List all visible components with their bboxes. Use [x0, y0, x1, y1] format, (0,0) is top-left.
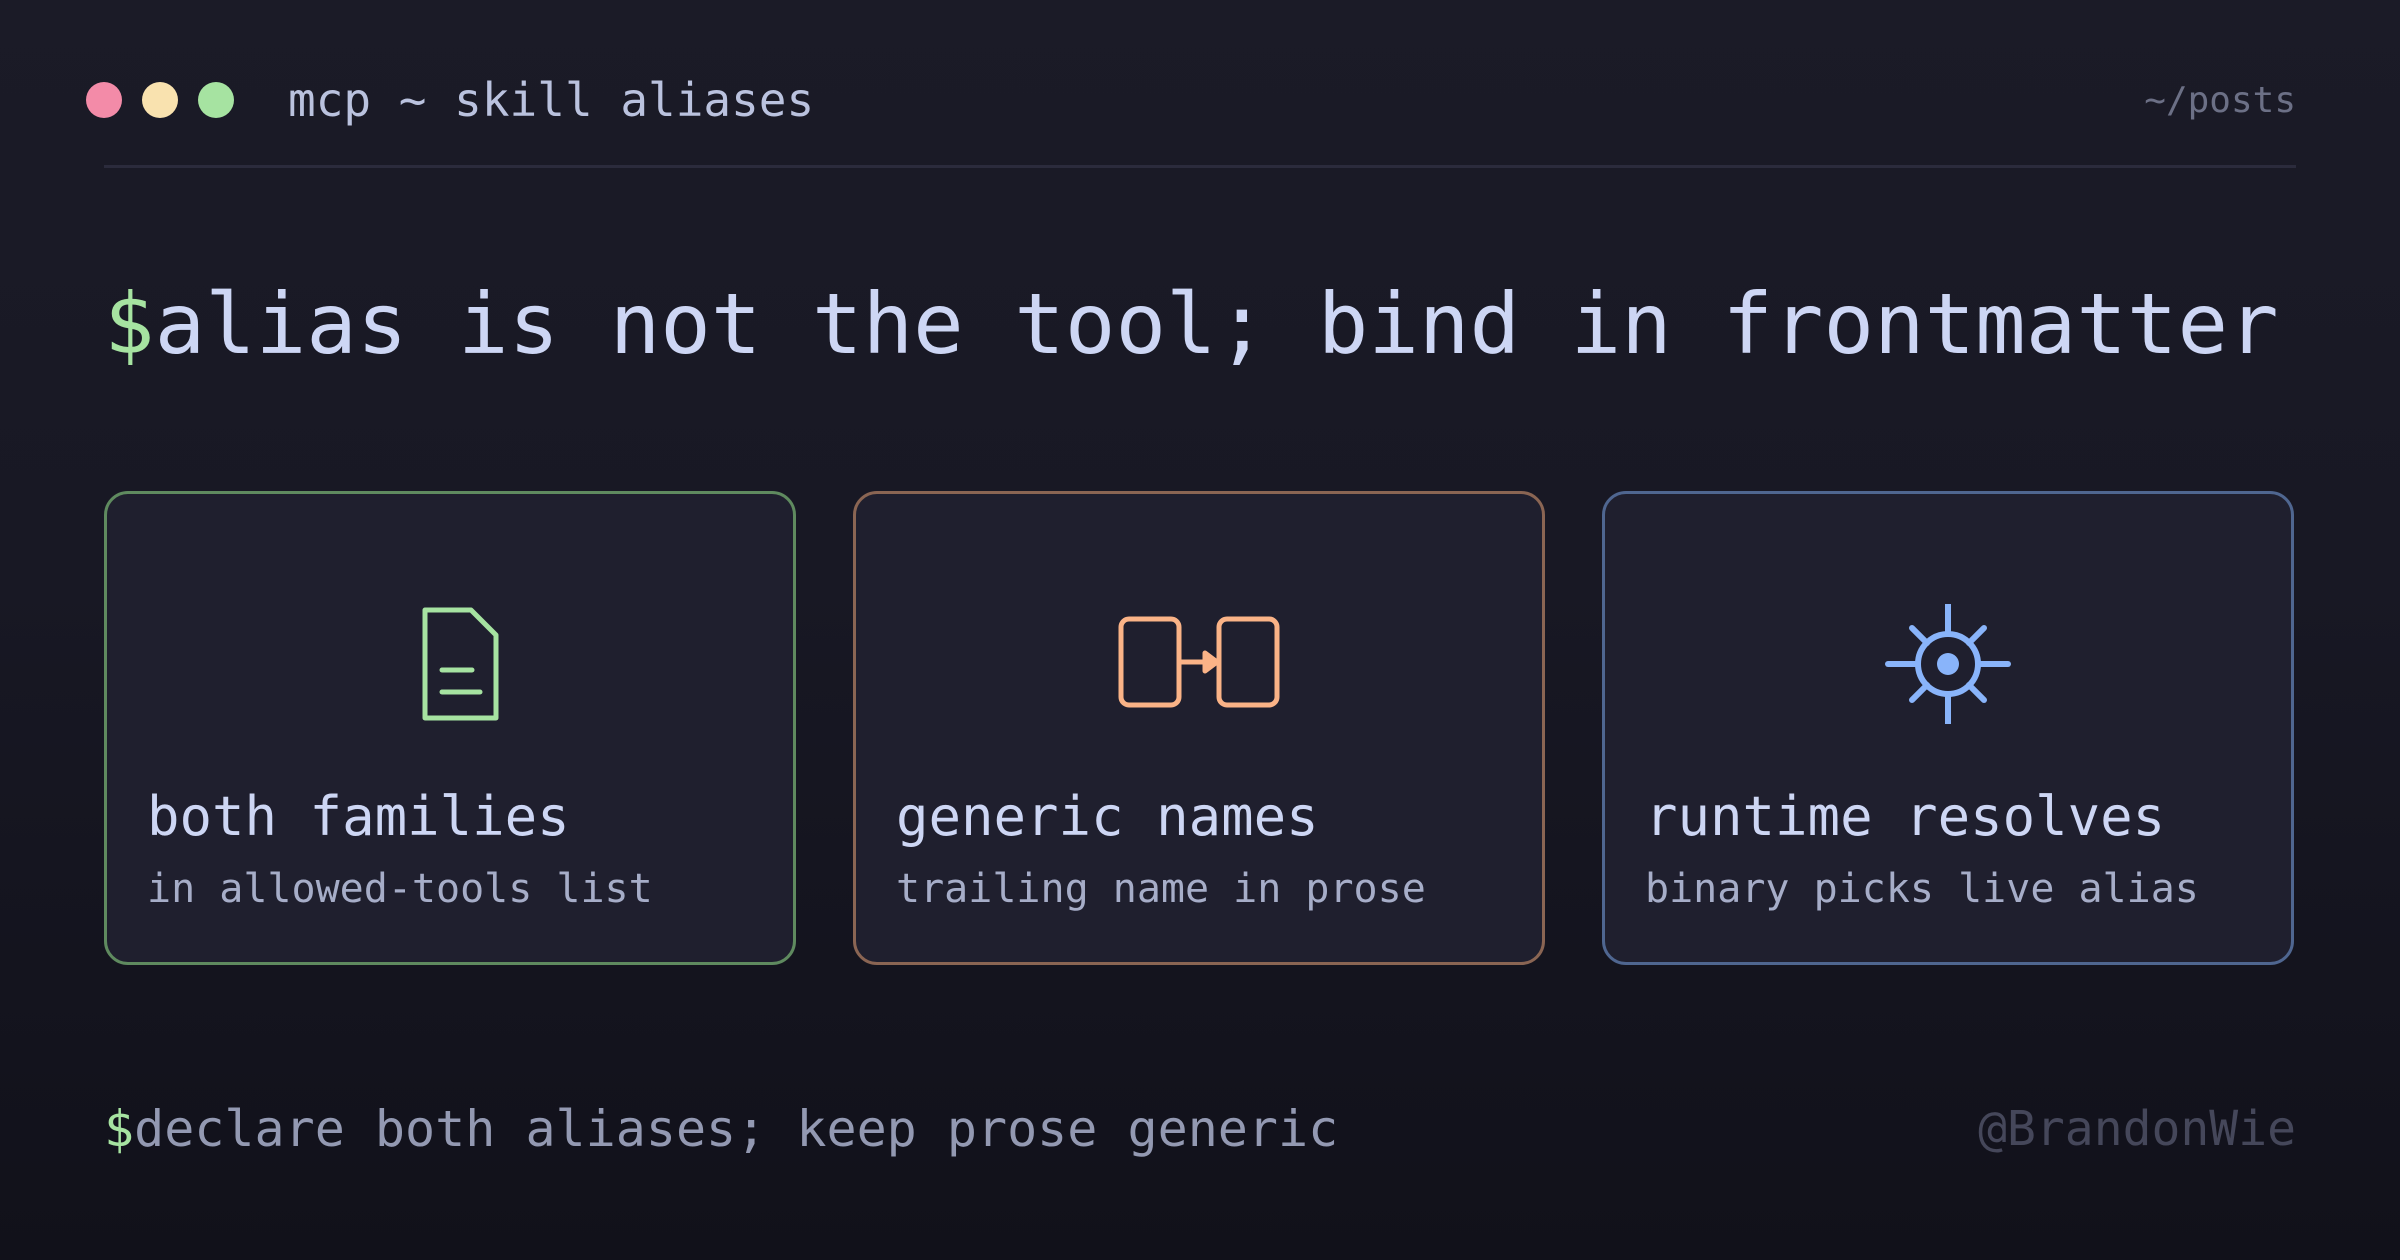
document-icon: [360, 604, 540, 724]
close-dot-icon[interactable]: [86, 82, 122, 118]
card-title: runtime resolves: [1645, 785, 2166, 848]
footer-command: $declare both aliases; keep prose generi…: [104, 1098, 1338, 1160]
maximize-dot-icon[interactable]: [198, 82, 234, 118]
posts-path-link[interactable]: ~/posts: [2144, 78, 2296, 124]
footer-prompt: $: [104, 1100, 135, 1158]
author-handle: @BrandonWie: [1978, 1101, 2296, 1157]
card-subtitle: trailing name in prose: [896, 866, 1426, 912]
card-title: both families: [147, 785, 570, 848]
headline-prompt: $: [104, 275, 155, 373]
link-boxes-icon: [1109, 604, 1289, 724]
card-runtime-resolves: runtime resolves binary picks live alias: [1602, 491, 2294, 965]
title-bar: mcp ~ skill aliases ~/posts: [0, 0, 2400, 168]
card-title: generic names: [896, 785, 1319, 848]
page-title: $alias is not the tool; bind in frontmat…: [104, 272, 2279, 376]
minimize-dot-icon[interactable]: [142, 82, 178, 118]
headline-text: alias is not the tool; bind in frontmatt…: [154, 275, 2279, 373]
card-subtitle: binary picks live alias: [1645, 866, 2199, 912]
header-divider: [104, 165, 2296, 168]
card-generic-names: generic names trailing name in prose: [853, 491, 1545, 965]
sun-target-icon: [1858, 604, 2038, 724]
footer-text: declare both aliases; keep prose generic: [134, 1100, 1339, 1158]
card-both-families: both families in allowed-tools list: [104, 491, 796, 965]
window-title: mcp ~ skill aliases: [288, 73, 815, 127]
card-row: both families in allowed-tools list gene…: [104, 491, 2296, 969]
card-subtitle: in allowed-tools list: [147, 866, 653, 912]
